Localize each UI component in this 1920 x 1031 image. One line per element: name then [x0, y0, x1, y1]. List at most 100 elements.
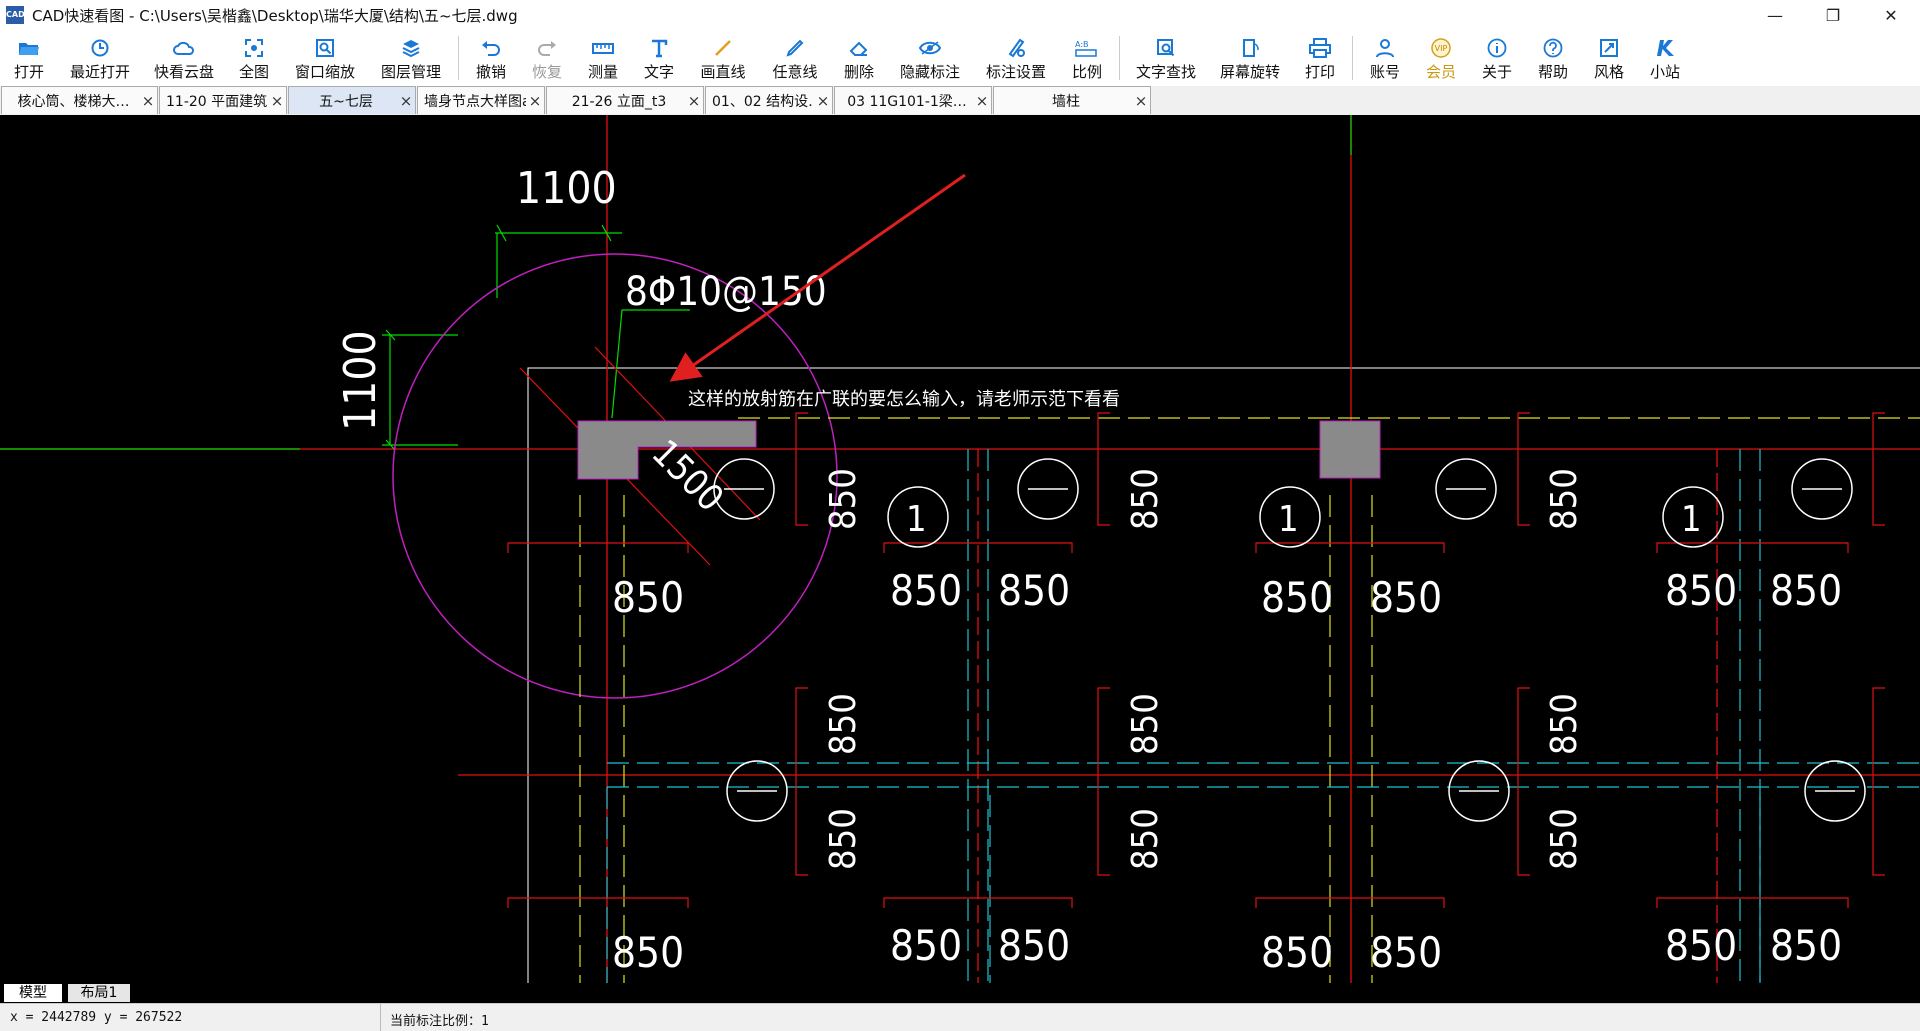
axis-label-1: 1	[1681, 499, 1702, 540]
tab-structure-design[interactable]: 01、02 结构设… ×	[705, 86, 833, 114]
dim-850: 850	[1665, 921, 1737, 970]
tab-label: 墙身节点大样图a	[424, 93, 526, 110]
draw-line-label: 画直线	[700, 62, 746, 81]
dim-850-vertical: 850	[1544, 468, 1585, 530]
tab-label: 21-26 立面_t3	[571, 93, 667, 110]
layer-manager-button[interactable]: 图层管理	[368, 30, 454, 86]
close-button[interactable]: ✕	[1862, 0, 1920, 30]
eraser-icon	[849, 35, 869, 61]
hide-annotation-button[interactable]: 隐藏标注	[887, 30, 973, 86]
tab-core-stair[interactable]: 核心筒、楼梯大… ×	[1, 86, 158, 114]
screen-rotate-label: 屏幕旋转	[1219, 62, 1280, 81]
dim-850-vertical: 850	[1544, 808, 1585, 870]
scale-label: 比例	[1071, 62, 1102, 81]
tab-wall-column[interactable]: 墙柱 ×	[993, 86, 1151, 114]
tab-layout1[interactable]: 布局1	[68, 984, 130, 1002]
vip-icon: VIP	[1429, 35, 1453, 61]
dimension-texts: 1100 1100 8Φ10@150 1500 850 850 850 850 …	[335, 163, 1842, 977]
tab-floor-plan[interactable]: 11-20 平面建筑…×	[159, 86, 287, 114]
style-label: 风格	[1593, 62, 1624, 81]
text-search-icon	[1156, 35, 1176, 61]
tab-close-icon[interactable]: ×	[139, 92, 157, 110]
redo-button[interactable]: 恢复	[519, 30, 575, 86]
freehand-button[interactable]: 任意线	[759, 30, 831, 86]
measure-button[interactable]: 测量	[575, 30, 631, 86]
annotation-settings-icon	[1006, 35, 1026, 61]
dim-850-vertical: 850	[1544, 693, 1585, 755]
vip-button[interactable]: VIP 会员	[1413, 30, 1469, 86]
dim-850-vertical: 850	[1125, 808, 1166, 870]
text-search-button[interactable]: 文字查找	[1124, 30, 1208, 86]
tab-floors-5-7[interactable]: 五~七层 ×	[288, 86, 416, 114]
tab-close-icon[interactable]: ×	[814, 92, 832, 110]
station-button[interactable]: 小站	[1637, 30, 1693, 86]
scale-button[interactable]: A:B 比例	[1059, 30, 1115, 86]
dim-850: 850	[1770, 566, 1842, 615]
tab-label: 03 11G101-1梁…	[847, 93, 967, 110]
redo-label: 恢复	[531, 62, 562, 81]
main-toolbar: 打开 最近打开 快看云盘 全图 窗口缩放 图层管理 撤销 恢复 测量 文字 画直…	[0, 30, 1920, 87]
toolbar-divider	[1119, 36, 1120, 80]
tab-close-icon[interactable]: ×	[685, 92, 703, 110]
delete-button[interactable]: 删除	[831, 30, 887, 86]
text-button[interactable]: 文字	[631, 30, 687, 86]
tab-beam[interactable]: 03 11G101-1梁… ×	[834, 86, 992, 114]
fit-all-button[interactable]: 全图	[226, 30, 282, 86]
tab-close-icon[interactable]: ×	[526, 92, 544, 110]
tab-wall-detail[interactable]: 墙身节点大样图a ×	[417, 86, 545, 114]
draw-line-button[interactable]: 画直线	[687, 30, 759, 86]
restore-button[interactable]: ❐	[1804, 0, 1862, 30]
recent-open-button[interactable]: 最近打开	[58, 30, 142, 86]
dim-850: 850	[890, 921, 962, 970]
dim-850: 850	[612, 573, 684, 622]
zoom-window-label: 窗口缩放	[294, 62, 355, 81]
tab-close-icon[interactable]: ×	[397, 92, 415, 110]
toolbar-divider	[1352, 36, 1353, 80]
dim-850-vertical: 850	[823, 693, 864, 755]
help-button[interactable]: 帮助	[1525, 30, 1581, 86]
dim-850-vertical: 850	[1125, 468, 1166, 530]
open-button[interactable]: 打开	[0, 30, 58, 86]
minimize-button[interactable]: —	[1746, 0, 1804, 30]
dim-850: 850	[998, 566, 1070, 615]
about-button[interactable]: 关于	[1469, 30, 1525, 86]
undo-button[interactable]: 撤销	[463, 30, 519, 86]
status-divider	[380, 1004, 381, 1031]
dim-850: 850	[1665, 566, 1737, 615]
fit-all-label: 全图	[238, 62, 269, 81]
title-bar: CAD CAD快速看图 - C:\Users\吴楷鑫\Desktop\瑞华大厦\…	[0, 0, 1920, 30]
dim-850: 850	[998, 921, 1070, 970]
print-button[interactable]: 打印	[1292, 30, 1348, 86]
drawing-canvas[interactable]: 1100 1100 8Φ10@150 1500 850 850 850 850 …	[0, 115, 1920, 983]
tab-close-icon[interactable]: ×	[1132, 92, 1150, 110]
dim-1100-left: 1100	[335, 330, 386, 431]
tab-label: 01、02 结构设…	[712, 93, 814, 110]
tab-label: 核心筒、楼梯大…	[17, 93, 130, 110]
scale-icon: A:B	[1074, 35, 1100, 61]
measure-icon	[592, 35, 614, 61]
tab-close-icon[interactable]: ×	[973, 92, 991, 110]
zoom-window-button[interactable]: 窗口缩放	[282, 30, 368, 86]
dim-850-vertical: 850	[823, 468, 864, 530]
tab-close-icon[interactable]: ×	[268, 92, 286, 110]
account-button[interactable]: 账号	[1357, 30, 1413, 86]
screen-rotate-button[interactable]: 屏幕旋转	[1208, 30, 1292, 86]
line-icon	[713, 35, 733, 61]
annotation-settings-button[interactable]: 标注设置	[973, 30, 1059, 86]
dim-850: 850	[1261, 928, 1333, 977]
account-label: 账号	[1369, 62, 1400, 81]
station-icon	[1655, 35, 1675, 61]
dim-850: 850	[612, 928, 684, 977]
app-logo-icon: CAD	[6, 6, 25, 24]
recent-open-label: 最近打开	[69, 62, 130, 81]
tab-elevation[interactable]: 21-26 立面_t3 ×	[546, 86, 704, 114]
help-icon	[1543, 35, 1563, 61]
cursor-coordinates: x = 2442789 y = 267522	[10, 1010, 183, 1025]
dim-850: 850	[1770, 921, 1842, 970]
measure-label: 测量	[587, 62, 618, 81]
axis-label-1: 1	[906, 499, 927, 540]
tab-model[interactable]: 模型	[4, 984, 62, 1002]
diagonal-dimension	[519, 346, 761, 566]
cloud-disk-button[interactable]: 快看云盘	[142, 30, 226, 86]
style-button[interactable]: 风格	[1581, 30, 1637, 86]
